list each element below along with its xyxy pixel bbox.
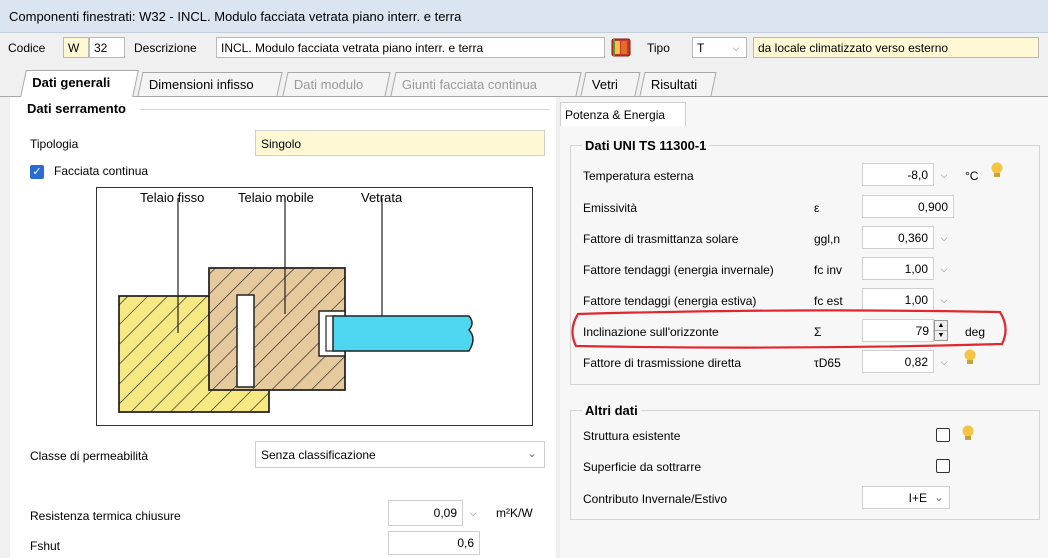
- codice-prefix-field[interactable]: W: [63, 37, 89, 58]
- lightbulb-icon[interactable]: [961, 425, 975, 443]
- label-telaio-mobile: Telaio mobile: [238, 190, 314, 205]
- label-vetrata: Vetrata: [361, 190, 403, 205]
- contributo-select[interactable]: I+E ⌄: [862, 486, 950, 509]
- tendaggi-inv-symbol: fc inv: [814, 263, 843, 277]
- tab-label: Giunti facciata continua: [401, 77, 538, 92]
- classe-permeabilita-select[interactable]: Senza classificazione ⌄: [255, 441, 545, 468]
- trasmissione-symbol: τD65: [814, 356, 841, 370]
- main-tabs: Dati generali Dimensioni infisso Dati mo…: [0, 70, 1048, 97]
- emissivita-field[interactable]: 0,900: [862, 195, 954, 218]
- tipologia-field[interactable]: Singolo: [255, 130, 545, 156]
- emissivita-label: Emissività: [583, 201, 638, 215]
- tipologia-label: Tipologia: [30, 137, 79, 151]
- section-divider: [140, 109, 550, 110]
- chevron-down-icon[interactable]: ⌵: [465, 505, 481, 521]
- facciata-continua-label: Facciata continua: [54, 164, 149, 178]
- classe-value: Senza classificazione: [261, 448, 376, 462]
- trasmittanza-field[interactable]: 0,360: [862, 226, 934, 249]
- tab-potenza-energia[interactable]: Potenza & Energia: [560, 102, 686, 126]
- header-toolbar: Codice W 32 Descrizione INCL. Modulo fac…: [0, 33, 1048, 61]
- book-icon[interactable]: [611, 38, 631, 57]
- section-title: Dati serramento: [27, 101, 126, 116]
- dati-serramento-panel: Dati serramento Tipologia Singolo ✓ Facc…: [10, 97, 556, 558]
- chevron-down-icon[interactable]: ⌵: [936, 230, 952, 246]
- chevron-down-icon[interactable]: ⌵: [936, 167, 952, 183]
- contributo-value: I+E: [908, 491, 927, 505]
- tab-label: Dimensioni infisso: [148, 77, 254, 92]
- tipo-select[interactable]: T ⌵: [692, 37, 747, 58]
- resistenza-label: Resistenza termica chiusure: [30, 509, 181, 523]
- tab-label: Vetri: [591, 77, 618, 92]
- tab-risultati[interactable]: Risultati: [639, 72, 717, 96]
- chevron-down-icon: ⌄: [527, 448, 537, 460]
- trasmittanza-symbol: ggl,n: [814, 232, 841, 246]
- tab-dati-generali[interactable]: Dati generali: [20, 70, 139, 97]
- contributo-label: Contributo Invernale/Estivo: [583, 492, 728, 506]
- tipo-value: T: [697, 41, 705, 55]
- temperatura-field[interactable]: -8,0: [862, 163, 934, 186]
- resistenza-unit: m²K/W: [496, 506, 533, 520]
- fshut-field[interactable]: 0,6: [388, 531, 480, 555]
- facciata-continua-checkbox[interactable]: ✓: [30, 165, 44, 179]
- tab-label: Dati modulo: [293, 77, 364, 92]
- fshut-label: Fshut: [30, 539, 61, 553]
- tipo-description-field: da locale climatizzato verso esterno: [753, 37, 1039, 58]
- resistenza-field[interactable]: 0,09: [388, 500, 463, 526]
- chevron-down-icon[interactable]: ⌵: [936, 261, 952, 277]
- tendaggi-inv-label: Fattore tendaggi (energia invernale): [583, 263, 774, 277]
- struttura-checkbox[interactable]: [936, 428, 950, 442]
- codice-number-field[interactable]: 32: [89, 37, 125, 58]
- tab-dimensioni-infisso[interactable]: Dimensioni infisso: [137, 72, 283, 96]
- chevron-down-icon: ⌵: [732, 43, 740, 53]
- trasmissione-label: Fattore di trasmissione diretta: [583, 356, 742, 370]
- label-telaio-fisso: Telaio fisso: [140, 190, 205, 205]
- struttura-label: Struttura esistente: [583, 429, 681, 443]
- group-title-dati-uni: Dati UNI TS 11300-1: [582, 138, 710, 153]
- superficie-label: Superficie da sottrarre: [583, 460, 702, 474]
- superficie-checkbox[interactable]: [936, 459, 950, 473]
- descrizione-field[interactable]: INCL. Modulo facciata vetrata piano inte…: [216, 37, 605, 58]
- emissivita-symbol: ε: [814, 201, 820, 215]
- window-title: Componenti finestrati: W32 - INCL. Modul…: [9, 9, 462, 24]
- potenza-energia-panel: Potenza & Energia Dati UNI TS 11300-1 Te…: [560, 97, 1048, 558]
- tab-label: Potenza & Energia: [565, 108, 666, 122]
- temperatura-label: Temperatura esterna: [583, 169, 694, 183]
- lightbulb-icon[interactable]: [990, 162, 1004, 180]
- tipo-label: Tipo: [647, 41, 670, 55]
- classe-permeabilita-label: Classe di permeabilità: [30, 449, 149, 463]
- window-titlebar: Componenti finestrati: W32 - INCL. Modul…: [0, 0, 1048, 33]
- tab-dati-modulo[interactable]: Dati modulo: [282, 72, 391, 96]
- chevron-down-icon[interactable]: ⌵: [936, 354, 952, 370]
- highlight-annotation: [571, 309, 1007, 349]
- tab-label: Risultati: [650, 77, 698, 92]
- tab-vetri[interactable]: Vetri: [580, 72, 641, 96]
- trasmissione-field[interactable]: 0,82: [862, 350, 934, 373]
- codice-label: Codice: [8, 41, 46, 55]
- tab-label: Dati generali: [32, 75, 111, 90]
- chevron-down-icon: ⌄: [934, 492, 944, 504]
- descrizione-label: Descrizione: [134, 41, 197, 55]
- tab-giunti-facciata[interactable]: Giunti facciata continua: [390, 72, 582, 96]
- temperatura-unit: °C: [965, 169, 979, 183]
- tendaggi-inv-field[interactable]: 1,00: [862, 257, 934, 280]
- window-frame-diagram: Telaio fisso Telaio mobile Vetrata: [96, 187, 533, 426]
- group-title-altri-dati: Altri dati: [582, 403, 641, 418]
- trasmittanza-label: Fattore di trasmittanza solare: [583, 232, 739, 246]
